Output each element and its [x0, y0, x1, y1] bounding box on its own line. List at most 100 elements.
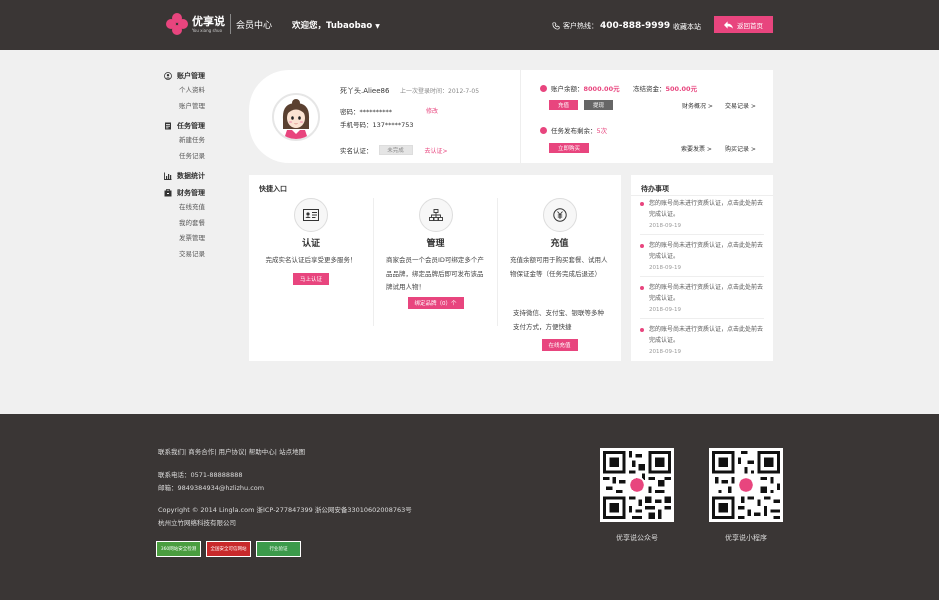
trust-badges: 360网站安全检测 全国安全可信网站 行业验证 — [156, 541, 301, 557]
sidebar: 账户管理 个人资料 账户管理 任务管理 新建任务 任务记录 数据统计 财务管理 … — [164, 70, 244, 268]
footer-copyright: Copyright © 2014 Lingla.com 浙ICP-2778473… — [158, 506, 412, 514]
quick-entry-title: 快捷入口 — [259, 185, 287, 193]
sidebar-title-tasks[interactable]: 任务管理 — [164, 120, 244, 131]
todo-item-date: 2018-09-19 — [649, 223, 681, 229]
balance-value: 8000.00元 — [583, 85, 620, 93]
quick-charge-title: 充值 — [550, 239, 569, 249]
phone-number: 手机号码：137*****753 — [340, 121, 414, 129]
charge-button[interactable]: 充值 — [549, 100, 578, 110]
badge-trusted-text: 全国安全可信网站 — [207, 542, 250, 556]
verify-row: 实名认证： 未完成 去认证> — [340, 145, 448, 155]
bullet-icon — [640, 244, 644, 248]
fund-overview-link[interactable]: 财务概况 > — [682, 101, 713, 110]
badge-360-security[interactable]: 360网站安全检测 — [156, 541, 201, 557]
quick-manage-desc: 商家会员一个会员ID可绑定多个产品品牌，绑定品牌后即可发布该品牌试用人物！ — [386, 256, 484, 291]
todo-divider — [640, 234, 764, 235]
todo-item[interactable]: 您的账号尚未进行资质认证，点击此处前去完成认证。 2018-09-19 — [640, 324, 764, 355]
sidebar-group-stats: 数据统计 — [164, 170, 244, 181]
todo-item-text: 您的账号尚未进行资质认证，点击此处前去完成认证。 — [649, 200, 764, 218]
back-home-label: 返回首页 — [737, 21, 763, 30]
todo-panel: 待办事项 您的账号尚未进行资质认证，点击此处前去完成认证。 2018-09-19… — [631, 175, 773, 361]
header: 优享说 You xiang shuo 会员中心 欢迎您，Tubaobao ▼ 客户… — [0, 0, 939, 50]
logo-flower-icon — [166, 13, 188, 35]
go-verify-link[interactable]: 去认证> — [425, 146, 448, 155]
trade-records-link[interactable]: 交易记录 > — [725, 101, 756, 110]
bind-brand-button[interactable]: 绑定品牌（0）个 — [407, 297, 464, 309]
back-home-button[interactable]: 返回首页 — [714, 16, 773, 33]
logo-slogan: You xiang shuo — [192, 27, 223, 33]
task-icon — [164, 122, 172, 130]
buy-records-link[interactable]: 购买记录 > — [725, 144, 756, 153]
badge-trusted-site[interactable]: 全国安全可信网站 — [206, 541, 251, 557]
sidebar-title-account[interactable]: 账户管理 — [164, 70, 244, 81]
hotline: 客户热线： 400-888-9999 — [552, 21, 670, 31]
verify-status-badge: 未完成 — [378, 145, 413, 155]
tasks-label: 任务发布剩余： — [551, 127, 597, 135]
quick-col-charge: 充值 充值余额可用于购买套餐、试用人物保证金等（任务完成后退还） 支持微信、支付… — [497, 198, 621, 351]
todo-item-text: 您的账号尚未进行资质认证，点击此处前去完成认证。 — [649, 284, 764, 302]
sidebar-item-profile[interactable]: 个人资料 — [164, 83, 244, 99]
footer-tel: 联系电话：0571-88888888 — [158, 471, 243, 479]
finance-icon — [164, 188, 172, 197]
sidebar-title-finance[interactable]: 财务管理 — [164, 187, 244, 198]
favorite-link[interactable]: 收藏本站 — [673, 22, 701, 32]
balance-row: 账户余额： 8000.00元 — [540, 83, 620, 93]
sidebar-group-account: 账户管理 个人资料 账户管理 — [164, 70, 244, 114]
badge-industry-text: 行业验证 — [257, 542, 300, 556]
badge-industry-verified[interactable]: 行业验证 — [256, 541, 301, 557]
id-card-icon — [294, 198, 328, 232]
footer-link-agreement[interactable]: 用户协议 — [219, 448, 245, 456]
footer-company: 杭州立竹网络科技有限公司 — [158, 519, 236, 527]
user-menu[interactable]: 欢迎您，Tubaobao ▼ — [292, 19, 380, 31]
sidebar-item-my-package[interactable]: 我的套餐 — [164, 216, 244, 232]
hierarchy-icon — [418, 198, 453, 232]
sidebar-item-online-charge[interactable]: 在线充值 — [164, 200, 244, 216]
edit-password-link[interactable]: 修改 — [426, 106, 438, 115]
sidebar-item-task-records[interactable]: 任务记录 — [164, 149, 244, 165]
quick-col-manage: 管理 商家会员一个会员ID可绑定多个产品品牌，绑定品牌后即可发布该品牌试用人物！… — [373, 198, 497, 326]
withdraw-button[interactable]: 提现 — [584, 100, 613, 110]
sidebar-item-transactions[interactable]: 交易记录 — [164, 247, 244, 263]
verify-now-button[interactable]: 马上认证 — [292, 273, 330, 285]
welcome-text: 欢迎您，Tubaobao — [292, 21, 373, 31]
qr-code-wechat — [600, 448, 674, 522]
todo-item[interactable]: 您的账号尚未进行资质认证，点击此处前去完成认证。 2018-09-19 — [640, 198, 764, 229]
sidebar-item-account[interactable]: 账户管理 — [164, 99, 244, 115]
footer-link-contact[interactable]: 联系我们 — [158, 448, 184, 456]
online-charge-button[interactable]: 在线充值 — [541, 339, 578, 351]
profile-card: 死丫头.Aliee86 上一次登录时间：2012-7-05 密码：*******… — [249, 70, 776, 163]
buy-now-button[interactable]: 立即购买 — [549, 143, 589, 153]
footer-links: 联系我们| 商务合作| 用户协议| 帮助中心| 站点地图 — [158, 448, 306, 456]
tasks-row: 任务发布剩余： 5次 — [540, 125, 607, 135]
tasks-value: 5次 — [596, 127, 608, 135]
avatar[interactable] — [272, 93, 320, 141]
sidebar-item-invoice[interactable]: 发票管理 — [164, 231, 244, 247]
quick-charge-desc: 充值余额可用于购买套餐、试用人物保证金等（任务完成后退还） — [510, 256, 608, 278]
sidebar-title-stats[interactable]: 数据统计 — [164, 170, 244, 181]
footer-link-help[interactable]: 帮助中心 — [249, 448, 275, 456]
footer-link-business[interactable]: 商务合作 — [188, 448, 214, 456]
todo-item-date: 2018-09-19 — [649, 349, 681, 355]
logo-divider — [230, 14, 231, 34]
ticket-edge — [770, 70, 776, 163]
sidebar-item-new-task[interactable]: 新建任务 — [164, 133, 244, 149]
password-field: 密码：********** — [340, 108, 392, 116]
caret-down-icon: ▼ — [375, 23, 380, 30]
invoice-link[interactable]: 索要发票 > — [681, 144, 712, 153]
verify-label: 实名认证： — [340, 147, 373, 155]
todo-divider — [640, 276, 764, 277]
logo[interactable]: 优享说 You xiang shuo 会员中心 — [166, 13, 272, 35]
balance-label: 账户余额： — [551, 85, 584, 93]
logo-name: 优享说 — [192, 14, 225, 28]
profile-divider — [520, 70, 521, 163]
todo-item[interactable]: 您的账号尚未进行资质认证，点击此处前去完成认证。 2018-09-19 — [640, 240, 764, 271]
todo-title: 待办事项 — [641, 185, 669, 193]
sidebar-group-finance: 财务管理 在线充值 我的套餐 发票管理 交易记录 — [164, 187, 244, 262]
qr-icon — [712, 451, 780, 519]
last-login: 上一次登录时间：2012-7-05 — [400, 88, 480, 95]
todo-title-divider — [631, 195, 773, 196]
footer-link-sitemap[interactable]: 站点地图 — [279, 448, 305, 456]
todo-item[interactable]: 您的账号尚未进行资质认证，点击此处前去完成认证。 2018-09-19 — [640, 282, 764, 313]
quick-manage-title: 管理 — [426, 239, 445, 249]
todo-divider — [640, 318, 764, 319]
